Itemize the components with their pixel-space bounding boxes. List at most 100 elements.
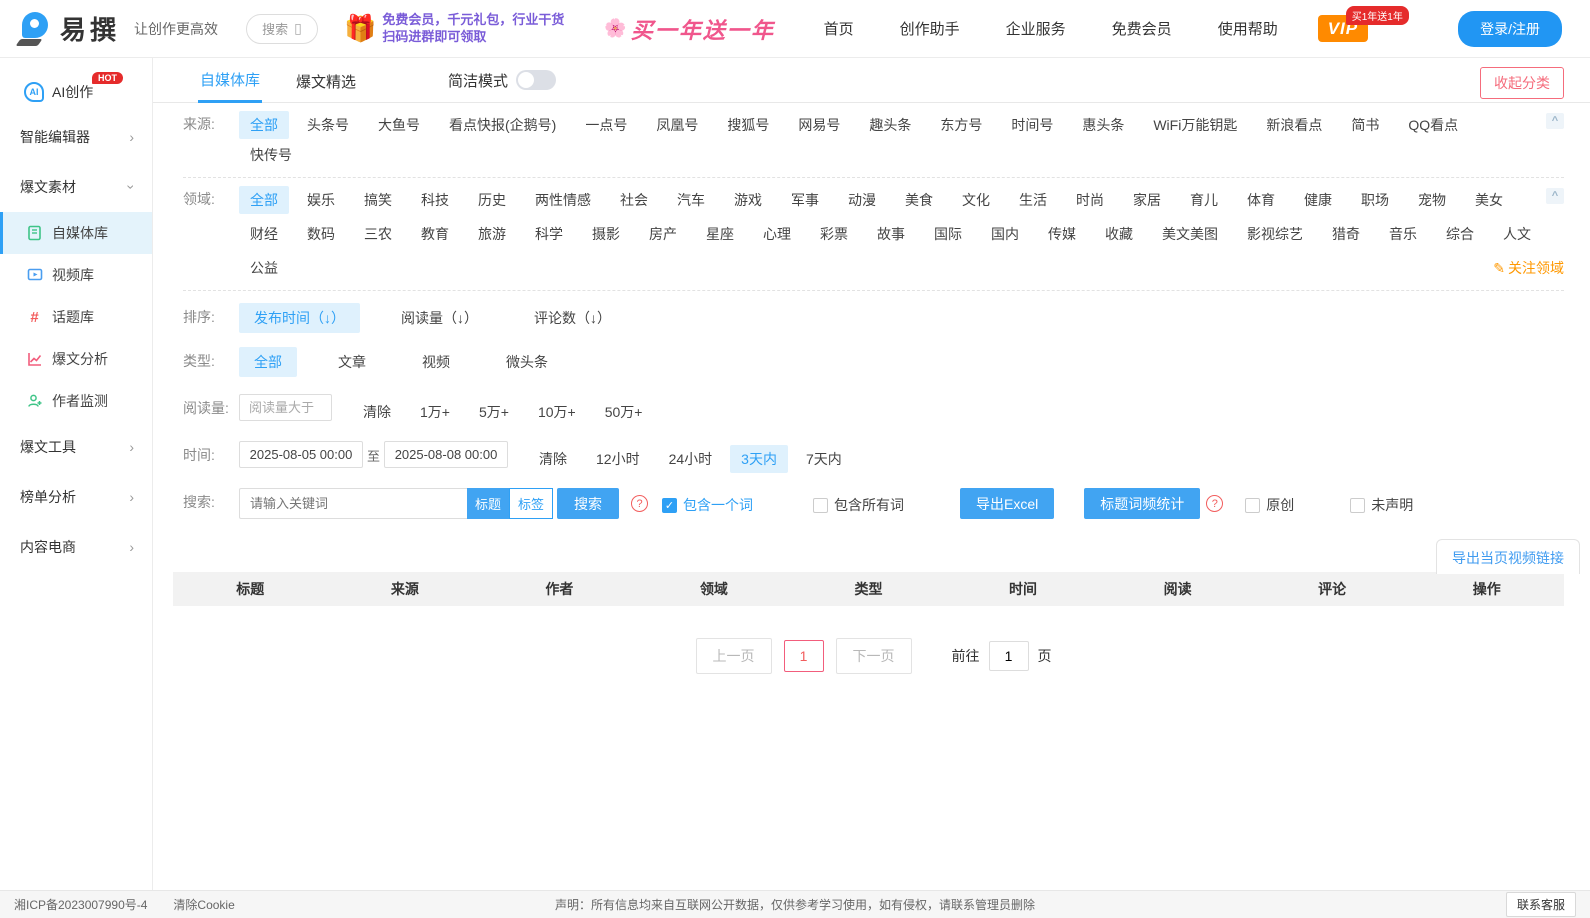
domain-option[interactable]: 收藏 — [1094, 220, 1144, 248]
domain-option[interactable]: 房产 — [638, 220, 688, 248]
domain-option[interactable]: 人文 — [1492, 220, 1542, 248]
readcount-option[interactable]: 50万+ — [594, 398, 654, 426]
domain-option[interactable]: 旅游 — [467, 220, 517, 248]
sidebar-item-media-library[interactable]: 自媒体库 — [0, 212, 152, 254]
sidebar-group-smart-editor[interactable]: 智能编辑器 › — [0, 112, 152, 162]
domain-option[interactable]: 生活 — [1008, 186, 1058, 214]
source-option[interactable]: 新浪看点 — [1255, 111, 1333, 139]
source-option[interactable]: 东方号 — [929, 111, 993, 139]
header-search-button[interactable]: 搜索 ▯ — [246, 13, 319, 44]
simple-mode-toggle[interactable] — [516, 70, 557, 90]
contact-support-button[interactable]: 联系客服 — [1505, 892, 1576, 917]
domain-option[interactable]: 星座 — [695, 220, 745, 248]
sidebar-item-topic-library[interactable]: # 话题库 — [0, 296, 152, 338]
source-option[interactable]: 大鱼号 — [367, 111, 431, 139]
domain-option[interactable]: 传媒 — [1037, 220, 1087, 248]
domain-option[interactable]: 国际 — [923, 220, 973, 248]
tab-hot-selection[interactable]: 爆文精选 — [294, 59, 358, 102]
export-page-video-links-button[interactable]: 导出当页视频链接 — [1436, 539, 1580, 574]
scope-title-button[interactable]: 标题 — [467, 488, 510, 519]
domain-option[interactable]: 教育 — [410, 220, 460, 248]
readcount-input[interactable] — [239, 394, 332, 421]
domain-option[interactable]: 数码 — [296, 220, 346, 248]
domain-option[interactable]: 育儿 — [1179, 186, 1229, 214]
domain-option[interactable]: 综合 — [1435, 220, 1485, 248]
sidebar-item-video-library[interactable]: 视频库 — [0, 254, 152, 296]
search-button[interactable]: 搜索 — [557, 488, 620, 519]
type-option[interactable]: 文章 — [323, 347, 381, 377]
domain-option[interactable]: 心理 — [752, 220, 802, 248]
domain-option[interactable]: 财经 — [239, 220, 289, 248]
logo[interactable]: 易撰 — [15, 10, 120, 47]
nav-item[interactable]: 免费会员 — [1112, 18, 1172, 39]
sidebar-group-content-ecommerce[interactable]: 内容电商 › — [0, 522, 152, 572]
domain-option[interactable]: 历史 — [467, 186, 517, 214]
source-option[interactable]: 全部 — [239, 111, 289, 139]
icp-record-link[interactable]: 湘ICP备2023007990号-4 — [14, 896, 147, 913]
domain-option[interactable]: 体育 — [1236, 186, 1286, 214]
tab-media-library[interactable]: 自媒体库 — [198, 58, 263, 103]
domain-option[interactable]: 猎奇 — [1321, 220, 1371, 248]
collapse-categories-button[interactable]: 收起分类 — [1480, 67, 1564, 99]
domain-option[interactable]: 公益 — [239, 254, 289, 282]
domain-option[interactable]: 三农 — [353, 220, 403, 248]
nav-item[interactable]: 首页 — [824, 18, 854, 39]
type-option[interactable]: 全部 — [239, 347, 297, 377]
source-option[interactable]: 趣头条 — [858, 111, 922, 139]
source-option[interactable]: 网易号 — [787, 111, 851, 139]
domain-option[interactable]: 美文美图 — [1151, 220, 1229, 248]
checkbox-undeclared[interactable]: 未声明 — [1350, 495, 1413, 515]
help-icon[interactable]: ? — [1206, 495, 1224, 512]
domain-option[interactable]: 职场 — [1350, 186, 1400, 214]
keyword-search-input[interactable] — [239, 488, 467, 519]
source-option[interactable]: 搜狐号 — [716, 111, 780, 139]
domain-option[interactable]: 美食 — [894, 186, 944, 214]
time-from-input[interactable] — [239, 441, 363, 468]
collapse-source-icon[interactable]: ^ — [1546, 113, 1564, 129]
domain-option[interactable]: 家居 — [1122, 186, 1172, 214]
readcount-option[interactable]: 1万+ — [409, 398, 461, 426]
scope-tag-button[interactable]: 标签 — [509, 488, 554, 519]
time-option[interactable]: 7天内 — [795, 445, 853, 473]
type-option[interactable]: 视频 — [407, 347, 465, 377]
checkbox-all-words[interactable]: 包含所有词 — [813, 495, 904, 515]
domain-option[interactable]: 搞笑 — [353, 186, 403, 214]
time-option[interactable]: 清除 — [528, 445, 578, 473]
domain-option[interactable]: 汽车 — [666, 186, 716, 214]
domain-option[interactable]: 全部 — [239, 186, 289, 214]
sort-option[interactable]: 评论数（↓） — [519, 303, 626, 333]
source-option[interactable]: 简书 — [1340, 111, 1390, 139]
source-option[interactable]: 快传号 — [239, 141, 303, 169]
domain-option[interactable]: 健康 — [1293, 186, 1343, 214]
domain-option[interactable]: 国内 — [980, 220, 1030, 248]
domain-option[interactable]: 宠物 — [1407, 186, 1457, 214]
source-option[interactable]: QQ看点 — [1397, 111, 1469, 139]
time-option[interactable]: 3天内 — [730, 445, 788, 473]
type-option[interactable]: 微头条 — [491, 347, 563, 377]
focus-domain-link[interactable]: ✎ 关注领域 — [1493, 258, 1564, 278]
domain-option[interactable]: 社会 — [609, 186, 659, 214]
domain-option[interactable]: 美女 — [1464, 186, 1514, 214]
domain-option[interactable]: 科学 — [524, 220, 574, 248]
source-option[interactable]: 头条号 — [296, 111, 360, 139]
promo-banner-membership[interactable]: 🎁 免费会员，千元礼包，行业干货 扫码进群即可领取 — [344, 12, 564, 45]
sidebar-item-ai-creation[interactable]: AI AI创作 HOT — [0, 72, 152, 112]
sidebar-group-hot-tools[interactable]: 爆文工具 › — [0, 422, 152, 472]
sidebar-group-hot-material[interactable]: 爆文素材 › — [0, 162, 152, 212]
checkbox-original[interactable]: 原创 — [1245, 495, 1294, 515]
domain-option[interactable]: 娱乐 — [296, 186, 346, 214]
readcount-option[interactable]: 5万+ — [468, 398, 520, 426]
sort-option[interactable]: 阅读量（↓） — [386, 303, 493, 333]
source-option[interactable]: 惠头条 — [1071, 111, 1135, 139]
current-page-button[interactable]: 1 — [783, 640, 824, 672]
collapse-domain-icon[interactable]: ^ — [1546, 188, 1564, 204]
domain-option[interactable]: 科技 — [410, 186, 460, 214]
promo-banner-buy-one-get-one[interactable]: 🌸 买一年送一年 — [604, 13, 774, 45]
prev-page-button[interactable]: 上一页 — [695, 638, 772, 674]
source-option[interactable]: WiFi万能钥匙 — [1142, 111, 1248, 139]
time-option[interactable]: 12小时 — [585, 445, 651, 473]
clear-cookie-link[interactable]: 清除Cookie — [173, 896, 234, 913]
domain-option[interactable]: 文化 — [951, 186, 1001, 214]
sidebar-item-hot-analysis[interactable]: 爆文分析 — [0, 338, 152, 380]
domain-option[interactable]: 游戏 — [723, 186, 773, 214]
